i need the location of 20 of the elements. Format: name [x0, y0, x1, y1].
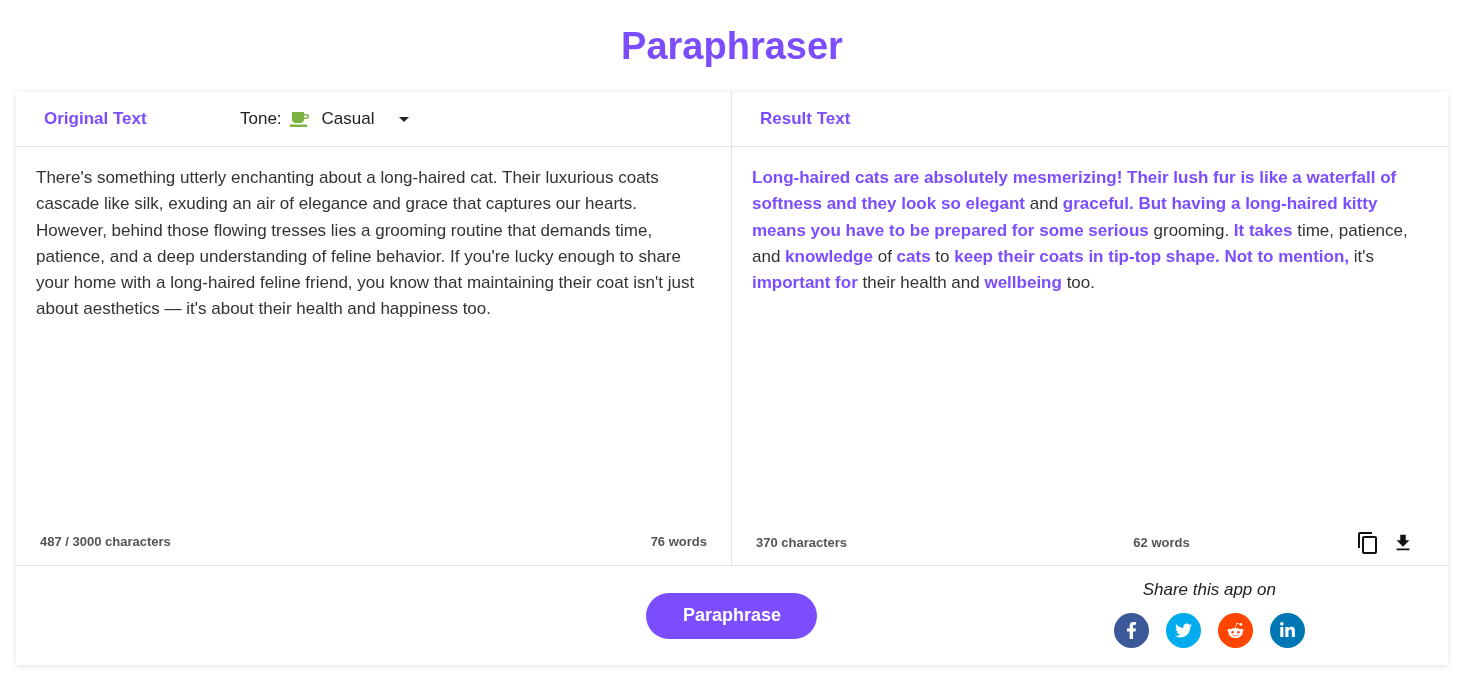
panel-title: Result Text — [760, 108, 851, 131]
twitter-icon[interactable] — [1165, 612, 1201, 648]
coffee-cup-icon — [289, 111, 310, 127]
character-count: 370 characters — [756, 534, 848, 553]
tone-dropdown[interactable]: Casual — [289, 106, 409, 132]
linkedin-icon[interactable] — [1269, 612, 1305, 648]
word-count: 62 words — [1133, 534, 1190, 553]
original-text-field[interactable]: There's something utterly enchanting about a long-haired cat. Their luxurious coats cascade like silk, exuding an air of elegance and grace that captures our hearts. However, behind those flowing tresses lies a grooming routine that demands time, patience, and a deep understanding of feline behavior. If you're lucky enough to share your home with a long-haired feline friend, you know that maintaining their coat isn't just about aesthetics — it's about their health and happiness too. — [36, 165, 707, 532]
word-count: 76 words — [650, 532, 707, 551]
caret-icon — [398, 116, 409, 122]
share-label: Share this app on — [1142, 579, 1276, 602]
copy-icon[interactable] — [1356, 531, 1380, 555]
paraphrase-button[interactable]: Paraphrase — [646, 592, 818, 639]
result-text: Long-haired cats are absolutely mesmerizing! Their lush fur is like a waterfall of softness and they look so elegant and graceful. But having a long-haired kitty means you have to be prepared for some serious grooming. It takes time, patience, and knowledge of cats to keep their coats in tip-top shape. Not to mention, it's important for their health and wellbeing too. — [752, 167, 1409, 295]
reddit-icon[interactable] — [1217, 612, 1253, 648]
panel-title: Original Text — [44, 108, 148, 131]
tone-label: Tone: — [240, 108, 282, 131]
character-count: 487 / 3000 characters — [40, 532, 171, 551]
facebook-icon[interactable] — [1113, 612, 1149, 648]
page-title: Paraphraser — [621, 27, 843, 65]
